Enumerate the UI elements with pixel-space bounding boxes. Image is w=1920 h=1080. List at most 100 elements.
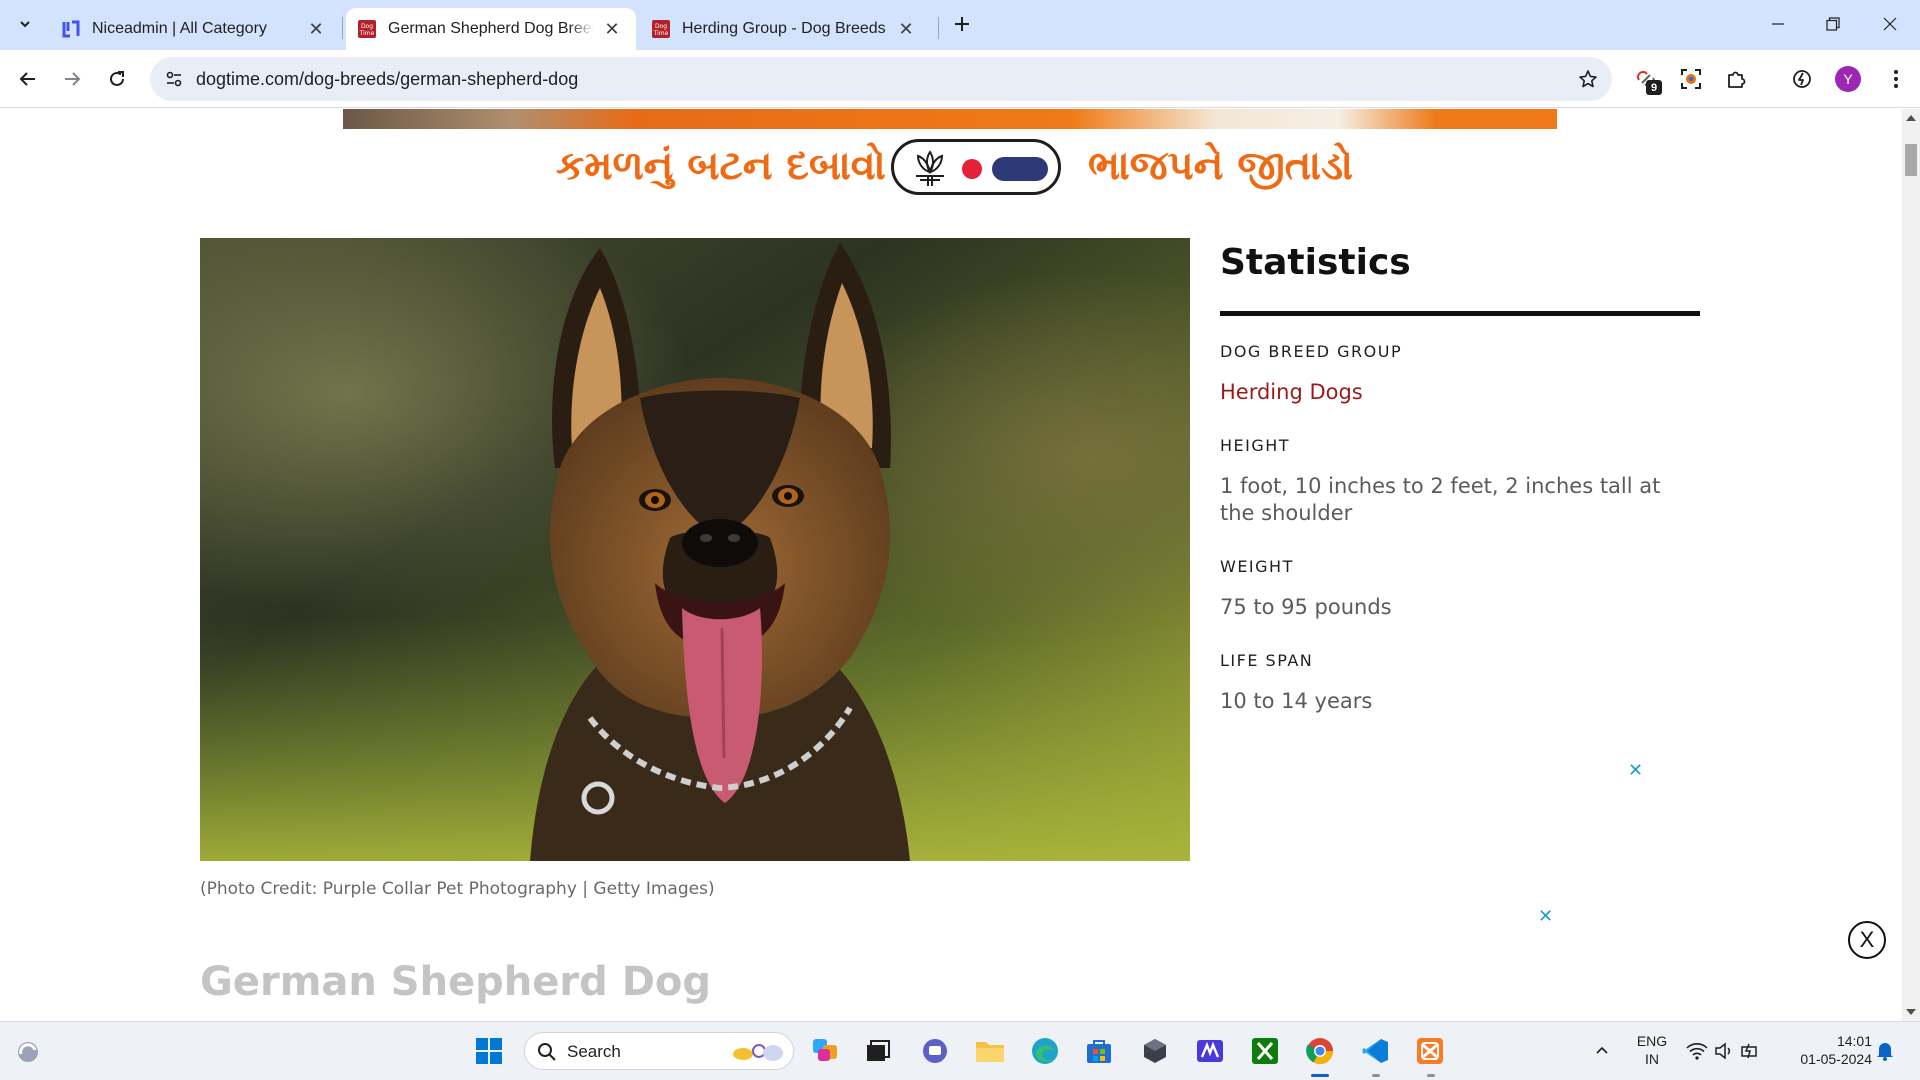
edge-app[interactable] xyxy=(1028,1034,1062,1068)
performance-button[interactable] xyxy=(1786,63,1818,95)
restore-button[interactable] xyxy=(1813,8,1853,40)
new-tab-button[interactable] xyxy=(948,10,976,38)
screen-capture-icon xyxy=(1681,69,1701,89)
file-explorer-app[interactable] xyxy=(973,1034,1007,1068)
ad-banner[interactable]: કમળનું બટન દબાવો ભાજપને જીતાડો xyxy=(343,109,1557,205)
close-window-button[interactable] xyxy=(1870,8,1910,40)
ad-right-text: ભાજપને જીતાડો xyxy=(1088,143,1354,189)
page-scrollbar[interactable] xyxy=(1902,109,1920,1021)
close-icon xyxy=(1883,17,1897,31)
extension-screen-capture-button[interactable] xyxy=(1675,63,1707,95)
tab-title: German Shepherd Dog Breed Information xyxy=(388,20,594,37)
close-icon[interactable]: ✕ xyxy=(602,19,622,39)
plus-icon xyxy=(955,17,969,31)
bell-icon xyxy=(1877,1043,1893,1061)
language-primary: ENG xyxy=(1636,1033,1668,1049)
stat-label-weight: WEIGHT xyxy=(1220,557,1294,576)
floating-close-button[interactable]: X xyxy=(1848,921,1886,959)
forward-button[interactable] xyxy=(56,63,88,95)
microsoft-store-app[interactable] xyxy=(1082,1034,1116,1068)
url-text[interactable]: dogtime.com/dog-breeds/german-shepherd-d… xyxy=(196,69,578,90)
task-view-app[interactable] xyxy=(861,1034,895,1068)
scroll-down-arrow-icon[interactable] xyxy=(1906,1009,1916,1015)
ad-evm-symbol xyxy=(891,139,1061,195)
browser-toolbar: dogtime.com/dog-breeds/german-shepherd-d… xyxy=(0,50,1920,108)
scroll-up-arrow-icon[interactable] xyxy=(1906,115,1916,121)
extension-badge: 9 xyxy=(1646,80,1662,95)
task-view-icon xyxy=(867,1040,890,1061)
clock-date: 01-05-2024 xyxy=(1800,1051,1872,1067)
ad-close-button[interactable]: ✕ xyxy=(1538,906,1553,927)
arrow-left-icon xyxy=(19,72,35,86)
tab-german-shepherd[interactable]: DogTime German Shepherd Dog Breed Inform… xyxy=(346,8,636,50)
minimize-icon xyxy=(1772,23,1784,25)
stat-value-weight: 75 to 95 pounds xyxy=(1220,595,1392,619)
stat-value-breed-group-link[interactable]: Herding Dogs xyxy=(1220,379,1700,406)
stat-label-life-span: LIFE SPAN xyxy=(1220,651,1314,670)
chrome-app[interactable] xyxy=(1303,1034,1337,1068)
clock-time: 14:01 xyxy=(1836,1033,1872,1049)
ad-left-text: કમળનું બટન દબાવો xyxy=(556,143,886,189)
start-button[interactable] xyxy=(472,1034,506,1068)
dogtime-favicon-icon: DogTime xyxy=(652,20,670,38)
weather-icon xyxy=(18,1042,38,1062)
tab-niceadmin[interactable]: Niceadmin | All Category ✕ xyxy=(50,8,340,50)
taskbar-search-label: Search xyxy=(567,1042,621,1061)
quick-settings-button[interactable] xyxy=(1683,1034,1763,1068)
running-indicator xyxy=(1311,1074,1329,1077)
close-icon[interactable]: ✕ xyxy=(896,19,916,39)
copilot-app[interactable] xyxy=(808,1034,842,1068)
dog-photo xyxy=(200,238,1190,861)
ad-red-dot xyxy=(962,159,982,179)
scrollbar-thumb[interactable] xyxy=(1905,144,1917,176)
tab-search-button[interactable] xyxy=(10,9,40,39)
extensions-menu-button[interactable] xyxy=(1720,63,1752,95)
close-icon[interactable]: ✕ xyxy=(306,19,326,39)
widgets-button[interactable] xyxy=(11,1034,45,1068)
wifi-icon xyxy=(1686,1043,1708,1060)
running-indicator xyxy=(1427,1074,1435,1077)
menu-button[interactable] xyxy=(1880,63,1912,95)
battery-charging-icon xyxy=(1741,1043,1757,1059)
vscode-app[interactable] xyxy=(1358,1034,1392,1068)
stat-label-breed-group: DOG BREED GROUP xyxy=(1220,342,1403,361)
chevron-up-icon xyxy=(1596,1046,1608,1054)
editor-app[interactable] xyxy=(1193,1034,1227,1068)
tab-herding-group[interactable]: Dog Time Herding Group - Dog Breeds ✕ xyxy=(640,8,930,50)
chrome-icon xyxy=(1306,1038,1334,1065)
cube-app[interactable] xyxy=(1138,1034,1172,1068)
more-vert-icon xyxy=(1894,70,1898,88)
cube-icon xyxy=(1144,1039,1166,1063)
minimize-button[interactable] xyxy=(1758,8,1798,40)
ad-close-button[interactable]: ✕ xyxy=(1628,760,1643,781)
tab-separator xyxy=(938,17,939,39)
tune-icon xyxy=(166,71,182,87)
stat-label-height: HEIGHT xyxy=(1220,436,1291,455)
teams-chat-app[interactable] xyxy=(918,1034,952,1068)
xbox-app[interactable] xyxy=(1248,1034,1282,1068)
address-bar[interactable]: dogtime.com/dog-breeds/german-shepherd-d… xyxy=(150,57,1612,101)
language-secondary: IN xyxy=(1645,1051,1659,1067)
vscode-icon xyxy=(1362,1039,1388,1063)
show-hidden-icons-button[interactable] xyxy=(1585,1034,1619,1068)
bookmark-button[interactable] xyxy=(1576,67,1600,91)
clock[interactable]: 14:01 01-05-2024 xyxy=(1782,1032,1872,1068)
xampp-app[interactable] xyxy=(1413,1034,1447,1068)
volume-icon xyxy=(1715,1042,1731,1060)
star-icon xyxy=(1579,70,1597,88)
svg-text:Time: Time xyxy=(653,30,669,37)
language-indicator[interactable]: ENG IN xyxy=(1630,1032,1674,1068)
arrow-right-icon xyxy=(65,72,81,86)
taskbar-search[interactable]: Search xyxy=(524,1032,794,1070)
site-info-button[interactable] xyxy=(160,65,188,93)
notifications-button[interactable] xyxy=(1868,1034,1902,1068)
m-editor-icon xyxy=(1197,1040,1223,1062)
reload-button[interactable] xyxy=(101,63,133,95)
tab-separator xyxy=(342,17,343,39)
web-page: કમળનું બટન દબાવો ભાજપને જીતાડો (Photo Cr… xyxy=(0,109,1902,1021)
stat-value-life-span: 10 to 14 years xyxy=(1220,689,1373,713)
svg-text:Dog: Dog xyxy=(361,23,373,30)
back-button[interactable] xyxy=(12,63,44,95)
restore-icon xyxy=(1826,17,1840,31)
profile-avatar[interactable]: Y xyxy=(1835,66,1861,92)
